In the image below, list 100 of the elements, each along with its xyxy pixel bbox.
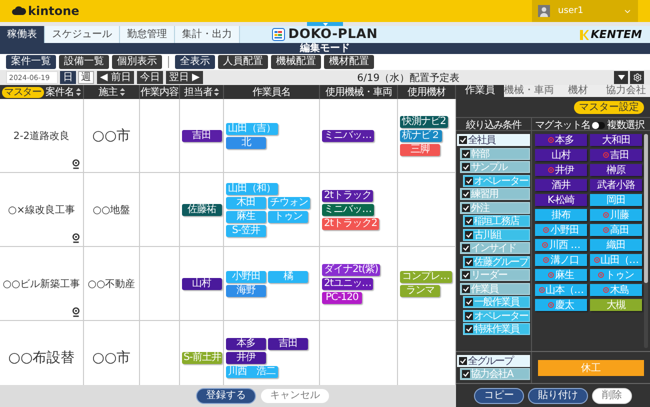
magnet[interactable]: 木島 <box>590 284 642 296</box>
map-pin-icon[interactable] <box>72 159 80 169</box>
checkbox-icon[interactable] <box>465 217 473 225</box>
sort-icon[interactable] <box>76 88 82 96</box>
magnet[interactable]: 織田 <box>590 239 642 251</box>
checkbox-icon[interactable] <box>462 244 470 252</box>
view-button[interactable]: 機材配置 <box>324 55 374 69</box>
sort-icon[interactable] <box>120 88 124 96</box>
magnet-chip[interactable]: 井伊 <box>226 352 266 364</box>
magnet[interactable]: 川西 … <box>535 239 587 251</box>
map-pin-icon[interactable] <box>72 233 80 243</box>
checkbox-icon[interactable] <box>465 230 473 238</box>
magnet-chip[interactable]: S-前土井 <box>182 352 222 364</box>
magnet-chip[interactable]: コンプレ… <box>400 270 452 282</box>
magnet[interactable]: 山田（… <box>590 254 642 266</box>
view-button[interactable]: 人員配置 <box>218 55 268 69</box>
action-button[interactable]: 削除 <box>592 388 632 404</box>
checkbox-icon[interactable] <box>462 271 470 279</box>
magnet[interactable]: 麻生 <box>535 269 587 281</box>
map-pin-icon[interactable] <box>72 307 80 317</box>
magnet[interactable]: 榊原 <box>590 164 642 176</box>
view-button[interactable]: 設備一覧 <box>59 55 109 69</box>
magnet[interactable]: 高田 <box>590 224 642 236</box>
day-button[interactable]: 翌日 ▶ <box>166 71 203 84</box>
magnet-chip[interactable]: 吉田 <box>182 130 222 142</box>
magnet[interactable]: 慶太 <box>535 299 587 311</box>
checkbox-icon[interactable] <box>465 312 473 320</box>
magnet[interactable]: 大槻 <box>590 299 642 311</box>
magnet[interactable]: 岡田 <box>590 194 642 206</box>
period-button[interactable]: 日 <box>60 71 76 84</box>
magnet-chip[interactable]: 佐藤祐 <box>182 204 222 216</box>
action-button[interactable]: 貼り付け <box>528 388 588 404</box>
master-badge[interactable]: マスター <box>2 86 44 98</box>
magnet-chip[interactable]: 快測ナビ2 <box>400 116 448 128</box>
checkbox-icon[interactable] <box>465 325 473 333</box>
settings-button[interactable] <box>630 71 644 84</box>
magnet[interactable]: トゥン <box>590 269 642 281</box>
magnet[interactable]: K-松崎 <box>535 194 587 206</box>
checkbox-icon[interactable] <box>459 356 467 364</box>
dropdown-button[interactable] <box>614 71 628 84</box>
checkbox-icon[interactable] <box>462 150 470 158</box>
magnet[interactable]: 大和田 <box>590 134 642 146</box>
checkbox-icon[interactable] <box>462 204 470 212</box>
period-button[interactable]: 週 <box>78 71 94 84</box>
magnet-chip[interactable]: PC-120 <box>322 292 362 304</box>
checkbox-icon[interactable] <box>462 163 470 171</box>
master-settings-button[interactable]: マスター設定 <box>574 100 644 114</box>
magnet-chip[interactable]: 2tトラック <box>322 190 374 202</box>
magnet-chip[interactable]: ミニバッ… <box>322 130 374 142</box>
collapse-tab[interactable] <box>307 22 343 26</box>
checkbox-icon[interactable] <box>465 258 473 266</box>
scrollbar[interactable] <box>644 134 648 348</box>
magnet-chip[interactable]: 海野 <box>226 284 266 296</box>
panel-tab[interactable]: 機材 <box>554 85 602 97</box>
magnet-chip[interactable]: 山村 <box>182 278 222 290</box>
magnet[interactable]: 酒井 <box>535 179 587 191</box>
day-button[interactable]: ◀ 前日 <box>97 71 134 84</box>
action-button[interactable]: コピー <box>474 388 524 404</box>
view-button[interactable]: 全表示 <box>175 55 215 69</box>
magnet[interactable]: 本多 <box>535 134 587 146</box>
checkbox-icon[interactable] <box>465 176 473 184</box>
magnet[interactable]: 山本（… <box>535 284 587 296</box>
magnet[interactable]: 小野田 <box>535 224 587 236</box>
magnet-chip[interactable]: ダイナ2t(紫) <box>322 264 380 276</box>
nav-tab[interactable]: 勤怠管理 <box>120 26 175 43</box>
magnet[interactable]: 武者小路 <box>590 179 642 191</box>
magnet-chip[interactable]: 2tトラック2 <box>322 218 380 230</box>
panel-tab[interactable]: 機械・車両 <box>504 85 554 97</box>
magnet-chip[interactable]: ランマ <box>400 284 440 296</box>
nav-tab[interactable]: 集計・出力 <box>175 26 240 43</box>
nav-tab[interactable]: 稼働表 <box>0 26 45 43</box>
magnet-chip[interactable]: 吉田 <box>268 338 308 350</box>
checkbox-icon[interactable] <box>462 190 470 198</box>
sort-icon[interactable] <box>214 88 220 96</box>
filter-item[interactable]: 全社員 <box>457 134 530 146</box>
magnet[interactable]: 山村 <box>535 149 587 161</box>
view-button[interactable]: 機械配置 <box>271 55 321 69</box>
checkbox-icon[interactable] <box>459 136 467 144</box>
magnet-chip[interactable]: 本多 <box>226 338 266 350</box>
magnet[interactable]: 川藤 <box>590 209 642 221</box>
nav-tab[interactable]: スケジュール <box>45 26 120 43</box>
footer-button[interactable]: 登録する <box>196 388 256 404</box>
magnet-chip[interactable]: 三脚 <box>400 144 440 156</box>
footer-button[interactable]: キャンセル <box>260 388 330 404</box>
multi-select-toggle[interactable] <box>592 122 606 128</box>
filter-item[interactable]: 全グループ <box>457 354 530 366</box>
magnet-chip[interactable]: 杭ナビ２ <box>400 130 442 142</box>
magnet[interactable]: 吉田 <box>590 149 642 161</box>
checkbox-icon[interactable] <box>462 284 470 292</box>
magnet[interactable]: 溝ノ口 <box>535 254 587 266</box>
checkbox-icon[interactable] <box>465 298 473 306</box>
magnet[interactable]: 井伊 <box>535 164 587 176</box>
panel-tab[interactable]: 協力会社 <box>602 85 650 97</box>
magnet-chip[interactable]: 2tユニッ… <box>322 278 374 290</box>
magnet[interactable]: 掛布 <box>535 209 587 221</box>
checkbox-icon[interactable] <box>462 370 470 378</box>
magnet-chip[interactable]: ミニバッ… <box>322 204 374 216</box>
day-button[interactable]: 今日 <box>136 71 163 84</box>
view-button[interactable]: 個別表示 <box>112 55 162 69</box>
magnet-chip[interactable]: 北 <box>226 136 266 148</box>
